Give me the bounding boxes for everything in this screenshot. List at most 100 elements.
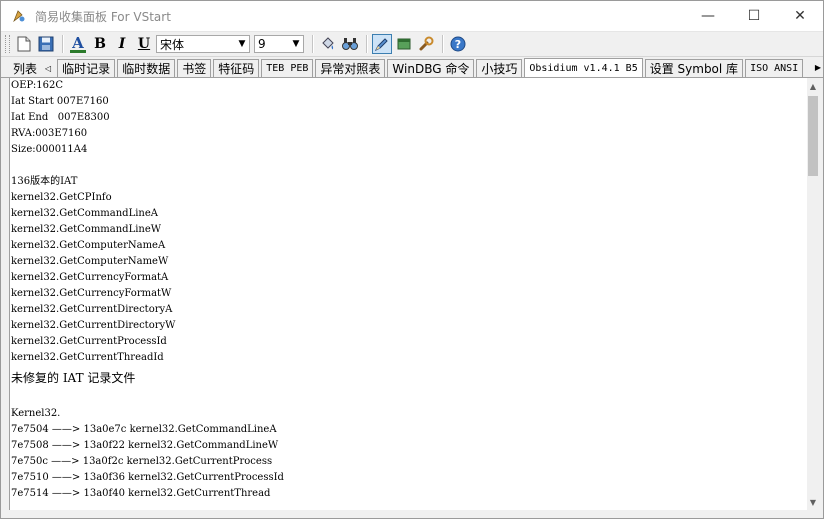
text-line: Size:000011A4: [11, 144, 88, 155]
tab-item[interactable]: WinDBG 命令: [387, 59, 475, 77]
text-line: kernel32.GetComputerNameW: [11, 256, 169, 267]
text-line: kernel32.GetComputerNameA: [11, 240, 166, 251]
tab-bar: 列表 ◁ 临时记录 临时数据 书签 特征码 TEB PEB 异常对照表 WinDBG 命令小…: [1, 57, 823, 78]
chevron-down-icon: ▼: [292, 39, 300, 49]
font-name-select[interactable]: 宋体 ▼: [156, 35, 250, 53]
toolbar-separator: [62, 35, 64, 53]
tab-label: 设置 Symbol 库: [649, 62, 739, 76]
tab-label: 特征码: [218, 62, 255, 76]
tools-button[interactable]: [416, 34, 436, 54]
font-size-select[interactable]: 9 ▼: [254, 35, 304, 53]
text-line: kernel32.GetCurrentDirectoryW: [11, 320, 176, 331]
new-file-button[interactable]: [14, 34, 34, 54]
tab-item[interactable]: TEB PEB: [261, 59, 314, 77]
fill-button[interactable]: [318, 34, 338, 54]
window-title: 简易收集面板 For VStart: [35, 9, 171, 24]
svg-text:?: ?: [455, 38, 461, 51]
tab-label: 小技巧: [481, 62, 518, 76]
app-icon: [11, 8, 27, 24]
save-button[interactable]: [36, 34, 56, 54]
bold-button[interactable]: B: [90, 34, 110, 54]
scrollbar-thumb[interactable]: [808, 96, 818, 176]
scroll-up-icon[interactable]: ▲: [807, 78, 819, 94]
font-color-button[interactable]: A: [68, 34, 88, 54]
edit-button[interactable]: [372, 34, 392, 54]
chevron-down-icon: ▼: [238, 39, 246, 49]
tab-item[interactable]: 特征码: [213, 59, 260, 77]
help-button[interactable]: ?: [448, 34, 468, 54]
tab-item[interactable]: 书签: [177, 59, 212, 77]
minimize-button[interactable]: —: [685, 1, 731, 31]
tab-list-container: 临时记录 临时数据 书签 特征码 TEB PEB 异常对照表 WinDBG 命令 小技巧 Obs…: [57, 57, 805, 77]
minimize-icon: —: [701, 8, 715, 24]
tab-item[interactable]: 临时记录: [57, 59, 116, 77]
text-line: 未修复的 IAT 记录文件: [11, 371, 136, 385]
edit-icon: [374, 38, 388, 52]
toolbar-separator: [312, 35, 314, 53]
text-line: 7e7508 ——> 13a0f22 kernel32.GetCommandLi…: [11, 440, 279, 451]
maximize-button[interactable]: ☐: [731, 1, 777, 31]
text-line: 7e7514 ——> 13a0f40 kernel32.GetCurrentTh…: [11, 488, 271, 499]
window-button[interactable]: [394, 34, 414, 54]
text-line: 7e750c ——> 13a0f2c kernel32.GetCurrentPr…: [11, 456, 273, 467]
text-line: kernel32.GetCurrentDirectoryA: [11, 304, 173, 315]
bold-icon: B: [94, 36, 106, 52]
text-line: kernel32.GetCurrencyFormatW: [11, 288, 172, 299]
text-line: kernel32.GetCurrencyFormatA: [11, 272, 169, 283]
text-line: kernel32.GetCommandLineW: [11, 224, 162, 235]
tab-label: 临时记录: [62, 62, 111, 76]
font-name-value: 宋体: [160, 37, 185, 52]
font-color-icon: A: [72, 33, 84, 52]
tab-scroll-left-icon[interactable]: ◁: [45, 59, 51, 77]
italic-button[interactable]: I: [112, 34, 132, 54]
text-line: Kernel32.: [11, 408, 61, 419]
toolbar-separator: [442, 35, 444, 53]
tab-label: WinDBG 命令: [392, 62, 470, 76]
text-line: kernel32.GetCommandLineA: [11, 208, 159, 219]
help-icon: ?: [450, 36, 466, 52]
tab-item[interactable]: 异常对照表: [315, 59, 386, 77]
tab-label: 临时数据: [122, 62, 171, 76]
save-icon: [38, 36, 54, 52]
toolbar-separator: [366, 35, 368, 53]
vertical-scrollbar[interactable]: ▲ ▼: [807, 78, 819, 510]
tab-label: ISO ANSI: [750, 63, 799, 74]
scroll-down-icon[interactable]: ▼: [807, 494, 819, 510]
new-file-icon: [17, 36, 31, 52]
toolbar-grip[interactable]: [5, 35, 10, 53]
maximize-icon: ☐: [747, 8, 761, 24]
fill-icon: [322, 37, 334, 50]
tab-item[interactable]: ISO ANSI: [745, 59, 804, 77]
text-line: OEP:162C: [11, 80, 63, 91]
text-line: Iat End 007E8300: [11, 112, 110, 123]
text-line: 136版本的IAT: [11, 176, 78, 187]
tab-label: 列表: [13, 61, 38, 76]
close-button[interactable]: ✕: [777, 1, 823, 31]
title-bar[interactable]: 简易收集面板 For VStart — ☐ ✕: [1, 1, 823, 31]
underline-icon: U: [137, 36, 151, 52]
tab-list[interactable]: 列表: [9, 59, 41, 77]
app-window: 简易收集面板 For VStart — ☐ ✕ A B I U 宋体 ▼ 9 ▼: [0, 0, 824, 519]
font-size-value: 9: [258, 37, 266, 51]
text-line: 7e7504 ——> 13a0e7c kernel32.GetCommandLi…: [11, 424, 277, 435]
text-line: Iat Start 007E7160: [11, 96, 109, 107]
italic-icon: I: [118, 36, 126, 52]
find-button[interactable]: [340, 34, 360, 54]
tab-item[interactable]: 临时数据: [117, 59, 176, 77]
underline-button[interactable]: U: [134, 34, 154, 54]
window-icon: [397, 38, 411, 50]
tab-label: 书签: [182, 62, 207, 76]
tab-scroll-right-icon[interactable]: ▶: [813, 57, 823, 77]
tools-icon: [419, 36, 434, 51]
tab-label: Obsidium v1.4.1 B5: [529, 63, 638, 74]
toolbar: A B I U 宋体 ▼ 9 ▼ ?: [1, 31, 823, 57]
tab-item[interactable]: 设置 Symbol 库: [644, 59, 744, 77]
tab-label: 异常对照表: [320, 62, 381, 76]
text-line: [11, 390, 808, 406]
text-line: kernel32.GetCPInfo: [11, 192, 112, 203]
tab-item[interactable]: Obsidium v1.4.1 B5: [524, 58, 643, 77]
tab-label: TEB PEB: [266, 63, 309, 74]
text-editor[interactable]: OEP:162C Iat Start 007E7160 Iat End 007E83…: [9, 78, 808, 510]
tab-item[interactable]: 小技巧: [476, 59, 523, 77]
text-line: kernel32.GetCurrentProcessId: [11, 336, 167, 347]
